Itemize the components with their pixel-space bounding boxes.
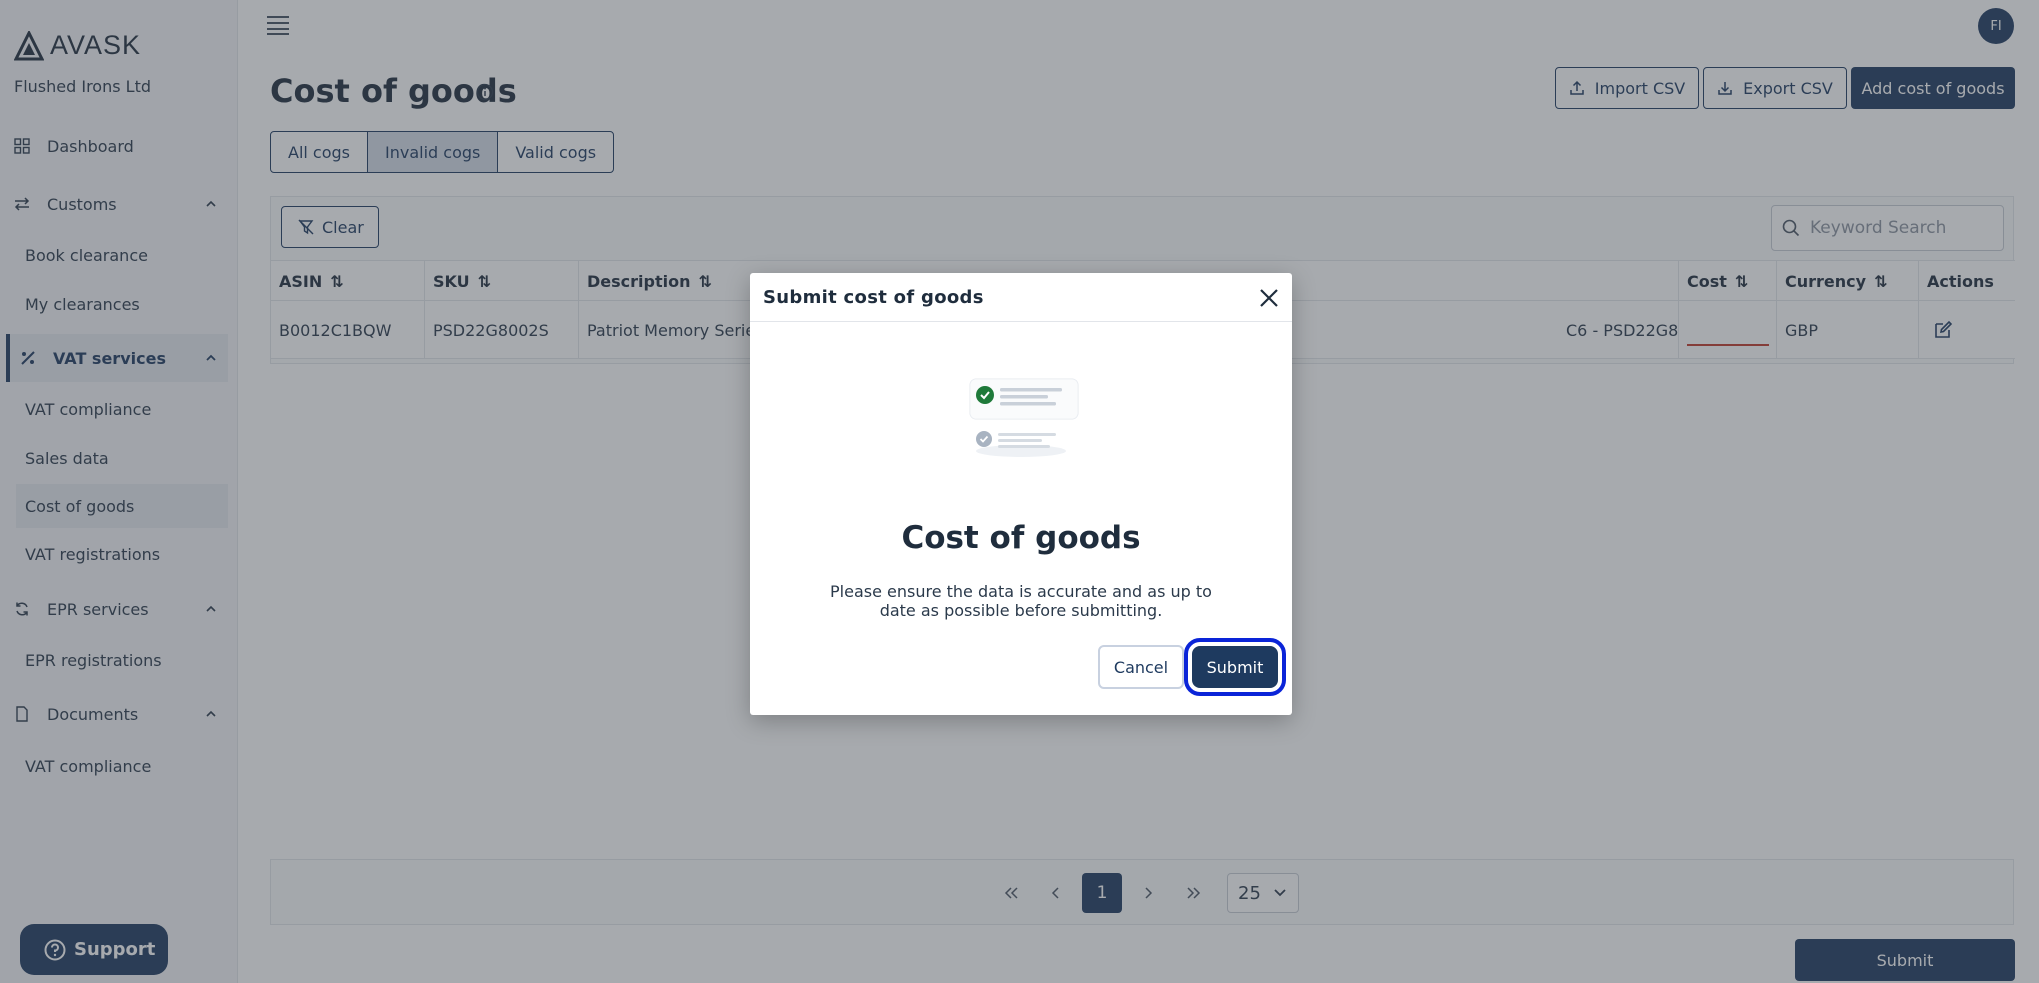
dialog-submit-button[interactable]: Submit (1184, 638, 1286, 696)
submit-cogs-dialog: Submit cost of goods Cost of goods Pleas… (750, 273, 1292, 715)
checklist-illustration-icon (969, 378, 1079, 457)
dialog-title: Cost of goods (901, 520, 1141, 556)
dialog-cancel-button[interactable]: Cancel (1098, 645, 1184, 689)
dialog-header: Submit cost of goods (750, 273, 1292, 322)
dialog-message: Please ensure the data is accurate and a… (830, 582, 1212, 620)
dialog-header-title: Submit cost of goods (763, 286, 984, 308)
close-icon[interactable] (1258, 287, 1280, 309)
